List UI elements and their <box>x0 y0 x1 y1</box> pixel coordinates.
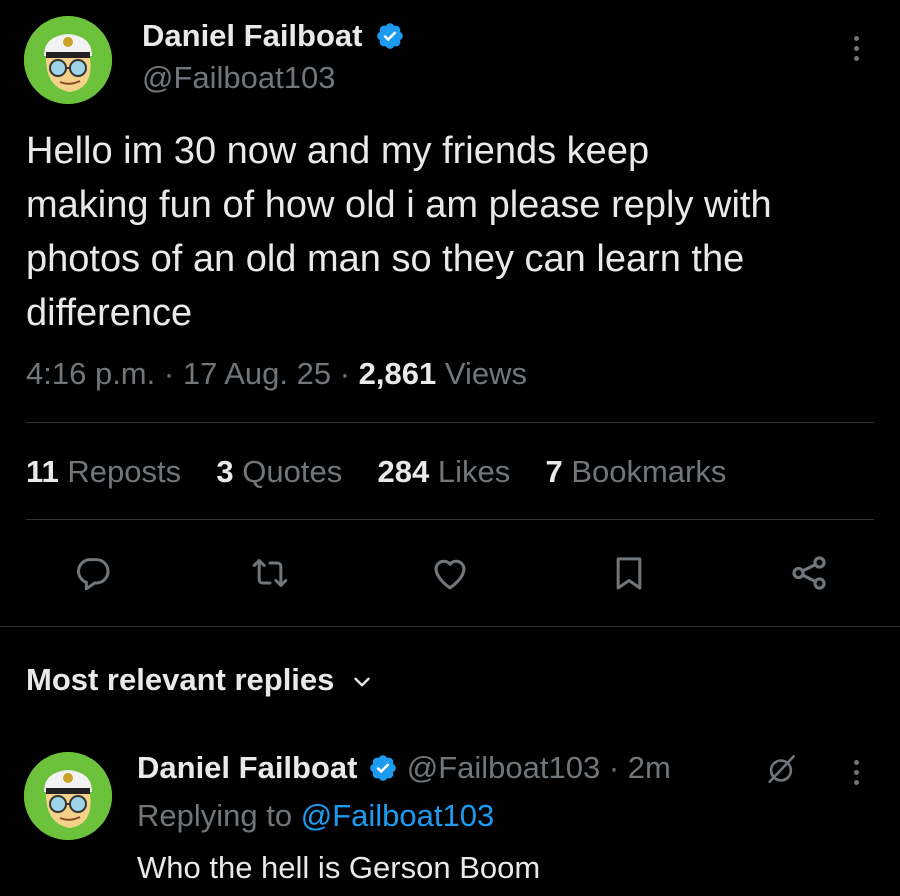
chevron-down-icon <box>354 677 370 687</box>
divider <box>26 422 874 423</box>
meta-separator: · <box>163 356 175 391</box>
reply-author-handle[interactable]: @Failboat103 <box>407 750 600 785</box>
author-name-row[interactable]: Daniel Failboat <box>142 16 405 56</box>
likes-stat[interactable]: 284 Likes <box>377 454 510 489</box>
meta-separator: · <box>339 356 351 391</box>
replies-sort-dropdown[interactable]: Most relevant replies <box>26 660 375 700</box>
reposts-count: 11 <box>26 454 59 489</box>
reply-button[interactable] <box>68 548 118 598</box>
grok-icon <box>768 754 796 784</box>
bookmark-icon <box>616 557 642 590</box>
repost-icon <box>252 559 288 587</box>
stats-row: 11 Reposts 3 Quotes 284 Likes 7 Bookmark… <box>26 452 726 492</box>
divider <box>0 626 900 627</box>
author-avatar[interactable] <box>24 16 112 104</box>
bookmarks-label: Bookmarks <box>571 454 727 489</box>
quotes-count: 3 <box>216 454 234 489</box>
bookmarks-count: 7 <box>545 454 563 489</box>
more-icon[interactable] <box>846 36 866 61</box>
reply-more-icon[interactable] <box>846 760 866 785</box>
replying-to-handle[interactable]: @Failboat103 <box>301 798 494 833</box>
author-name[interactable]: Daniel Failboat <box>142 18 362 53</box>
meta-separator: · <box>608 750 620 785</box>
tweet-text-line: making fun of how old i am please reply … <box>26 184 772 226</box>
reposts-label: Reposts <box>67 454 182 489</box>
tweet-time[interactable]: 4:16 p.m. <box>26 356 155 391</box>
reply-author-avatar[interactable] <box>24 752 112 840</box>
views-count: 2,861 <box>358 356 437 391</box>
replying-to: Replying to @Failboat103 <box>137 796 494 836</box>
quotes-stat[interactable]: 3 Quotes <box>216 454 342 489</box>
grok-button[interactable] <box>764 752 798 791</box>
tweet-meta: 4:16 p.m. · 17 Aug. 25 · 2,861 Views <box>26 354 527 394</box>
replying-to-label: Replying to <box>137 798 293 833</box>
replies-header-label: Most relevant replies <box>26 662 335 697</box>
tweet-text-line: Hello im 30 now and my friends keep <box>26 130 650 172</box>
reply-header: Daniel Failboat @Failboat103 · 2m <box>137 748 671 788</box>
reply-icon <box>77 558 110 591</box>
avatar-image <box>24 16 112 104</box>
likes-label: Likes <box>437 454 511 489</box>
tweet-date[interactable]: 17 Aug. 25 <box>183 356 331 391</box>
reply-text: Who the hell is Gerson Boom <box>137 850 541 885</box>
reposts-stat[interactable]: 11 Reposts <box>26 454 181 489</box>
author-handle[interactable]: @Failboat103 <box>142 58 335 98</box>
bookmarks-stat[interactable]: 7 Bookmarks <box>545 454 726 489</box>
quotes-label: Quotes <box>242 454 343 489</box>
reply-time[interactable]: 2m <box>628 750 671 785</box>
reply-author-name[interactable]: Daniel Failboat <box>137 750 357 785</box>
like-button[interactable] <box>425 548 475 598</box>
share-icon <box>792 556 826 590</box>
share-button[interactable] <box>784 548 834 598</box>
verified-badge-icon <box>377 23 403 49</box>
avatar-image <box>24 752 112 840</box>
tweet-text-line: photos of an old man so they can learn t… <box>26 238 745 280</box>
repost-button[interactable] <box>245 548 295 598</box>
views-label: Views <box>444 356 527 391</box>
tweet-text-line: difference <box>26 292 193 334</box>
like-icon <box>434 559 466 590</box>
verified-badge-icon <box>370 755 396 781</box>
divider <box>26 519 874 520</box>
tweet-text: Hello im 30 now and my friends keep maki… <box>26 124 886 340</box>
bookmark-button[interactable] <box>604 548 654 598</box>
likes-count: 284 <box>377 454 430 489</box>
